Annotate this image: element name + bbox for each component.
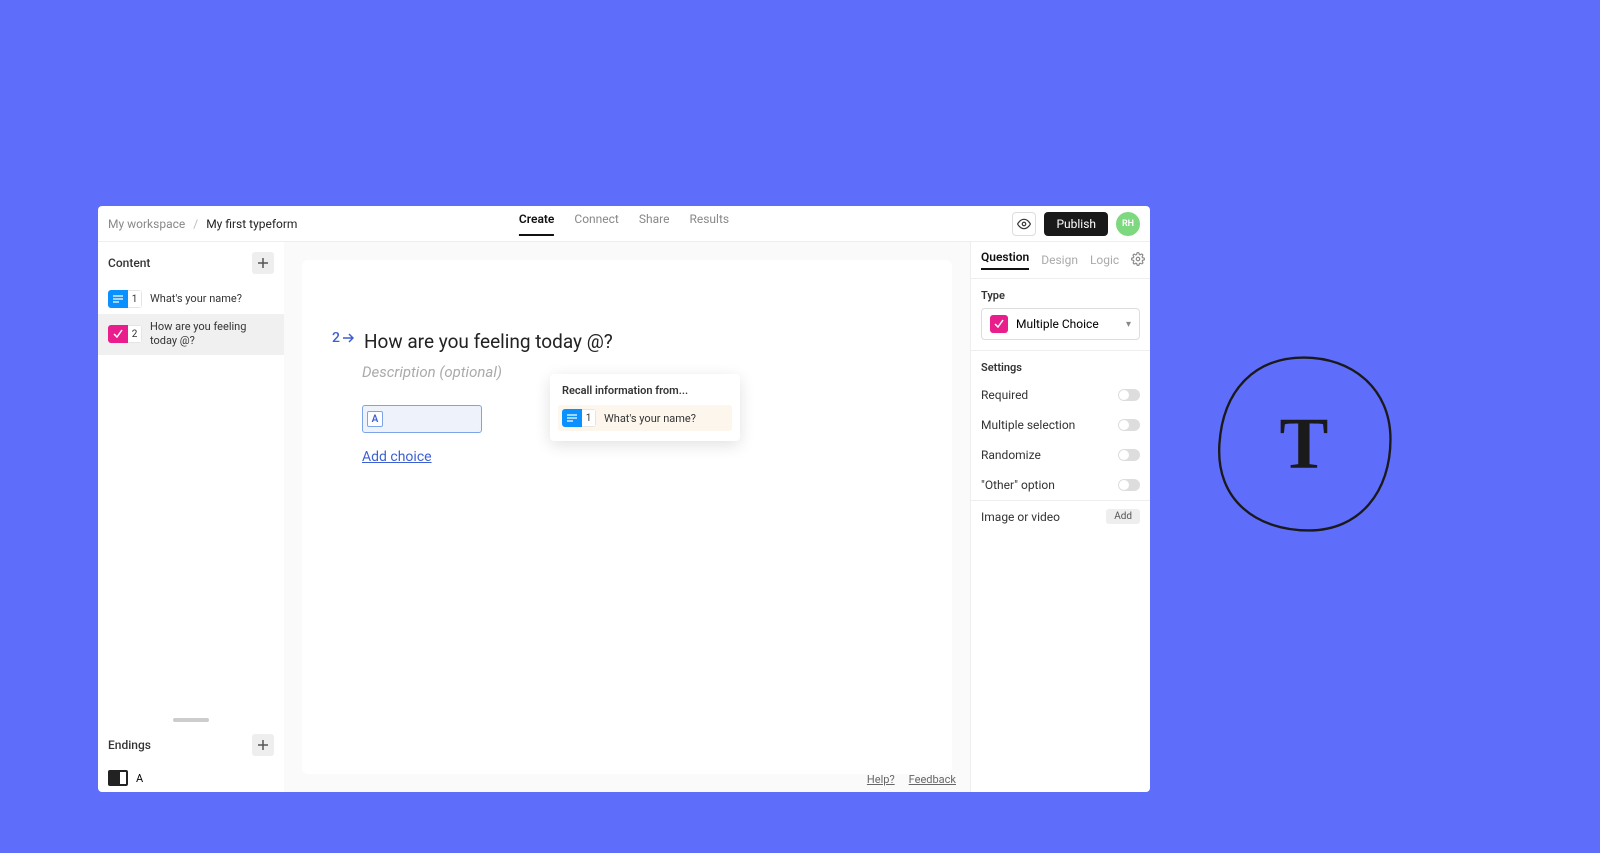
question-text: How are you feeling today @? bbox=[150, 320, 274, 349]
plus-icon bbox=[258, 740, 268, 750]
typeform-logo: T bbox=[1210, 350, 1398, 538]
question-num: 1 bbox=[128, 290, 142, 308]
endings-title: Endings bbox=[108, 738, 151, 752]
content-title: Content bbox=[108, 256, 150, 270]
preview-button[interactable] bbox=[1012, 212, 1036, 236]
plus-icon bbox=[258, 258, 268, 268]
canvas: 2 How are you feeling today @? Descripti… bbox=[284, 242, 970, 792]
recall-badge: 1 bbox=[562, 409, 596, 427]
right-tab-logic[interactable]: Logic bbox=[1090, 253, 1119, 267]
setting-label-other: "Other" option bbox=[981, 478, 1055, 492]
multiple-choice-icon bbox=[990, 315, 1008, 333]
recall-popup: Recall information from... 1 What's your… bbox=[550, 374, 740, 441]
right-tab-question[interactable]: Question bbox=[981, 250, 1029, 270]
add-ending-button[interactable] bbox=[252, 734, 274, 756]
tab-connect[interactable]: Connect bbox=[574, 212, 618, 236]
chevron-down-icon: ▾ bbox=[1126, 319, 1131, 330]
sidebar-left: Content 1 What's your name? bbox=[98, 242, 284, 792]
endings-header: Endings bbox=[98, 726, 284, 764]
top-tabs: Create Connect Share Results bbox=[519, 212, 729, 236]
question-number-value: 2 bbox=[332, 330, 340, 346]
settings-label: Settings bbox=[981, 361, 1140, 374]
publish-button[interactable]: Publish bbox=[1044, 212, 1108, 236]
add-media-button[interactable]: Add bbox=[1106, 509, 1140, 524]
recall-text: What's your name? bbox=[604, 412, 696, 425]
sidebar-question-2[interactable]: 2 How are you feeling today @? bbox=[98, 314, 284, 355]
question-title[interactable]: How are you feeling today @? bbox=[364, 330, 613, 353]
breadcrumb: My workspace / My first typeform bbox=[108, 217, 297, 231]
recall-num: 1 bbox=[582, 409, 596, 427]
footer-links: Help? Feedback bbox=[867, 773, 956, 786]
app-window: My workspace / My first typeform Create … bbox=[98, 206, 1150, 792]
text-icon bbox=[112, 294, 124, 304]
toggle-required[interactable] bbox=[1118, 389, 1140, 401]
ending-icon bbox=[108, 770, 128, 786]
right-tabs: Question Design Logic bbox=[971, 242, 1150, 279]
question-text: What's your name? bbox=[150, 292, 242, 306]
media-label: Image or video bbox=[981, 510, 1060, 524]
setting-required: Required bbox=[971, 380, 1150, 410]
type-label: Type bbox=[981, 289, 1140, 302]
breadcrumb-separator: / bbox=[193, 217, 198, 231]
setting-randomize: Randomize bbox=[971, 440, 1150, 470]
eye-icon bbox=[1017, 217, 1031, 231]
arrow-right-icon bbox=[342, 333, 354, 343]
question-card: 2 How are you feeling today @? Descripti… bbox=[302, 260, 952, 774]
setting-multiple: Multiple selection bbox=[971, 410, 1150, 440]
setting-other: "Other" option bbox=[971, 470, 1150, 500]
type-value: Multiple Choice bbox=[1016, 317, 1099, 331]
avatar[interactable]: RH bbox=[1116, 212, 1140, 236]
question-badge: 2 bbox=[108, 325, 142, 343]
gear-icon bbox=[1131, 252, 1145, 266]
tab-results[interactable]: Results bbox=[689, 212, 729, 236]
question-badge: 1 bbox=[108, 290, 142, 308]
ending-label: A bbox=[136, 772, 143, 785]
add-choice-link[interactable]: Add choice bbox=[362, 449, 922, 465]
recall-item[interactable]: 1 What's your name? bbox=[558, 405, 732, 431]
main-row: Content 1 What's your name? bbox=[98, 242, 1150, 792]
choice-letter: A bbox=[367, 411, 383, 427]
tab-create[interactable]: Create bbox=[519, 212, 554, 236]
help-link[interactable]: Help? bbox=[867, 773, 895, 786]
setting-label-randomize: Randomize bbox=[981, 448, 1041, 462]
toggle-multiple[interactable] bbox=[1118, 419, 1140, 431]
text-icon bbox=[566, 413, 578, 423]
logo-letter: T bbox=[1280, 403, 1329, 484]
settings-gear-button[interactable] bbox=[1131, 252, 1145, 269]
breadcrumb-workspace[interactable]: My workspace bbox=[108, 217, 185, 231]
toggle-randomize[interactable] bbox=[1118, 449, 1140, 461]
add-content-button[interactable] bbox=[252, 252, 274, 274]
feedback-link[interactable]: Feedback bbox=[909, 773, 956, 786]
tab-share[interactable]: Share bbox=[639, 212, 670, 236]
right-tab-design[interactable]: Design bbox=[1041, 253, 1078, 267]
drag-handle[interactable] bbox=[173, 718, 209, 722]
toggle-other[interactable] bbox=[1118, 479, 1140, 491]
sidebar-question-1[interactable]: 1 What's your name? bbox=[98, 284, 284, 314]
check-icon bbox=[994, 319, 1004, 329]
recall-popup-title: Recall information from... bbox=[558, 384, 732, 397]
question-number: 2 bbox=[332, 330, 354, 346]
content-header: Content bbox=[98, 242, 284, 284]
question-num: 2 bbox=[128, 325, 142, 343]
type-select[interactable]: Multiple Choice ▾ bbox=[981, 308, 1140, 340]
ending-item[interactable]: A bbox=[98, 764, 284, 792]
setting-label-required: Required bbox=[981, 388, 1028, 402]
question-list: 1 What's your name? 2 How are you feelin… bbox=[98, 284, 284, 355]
topbar-right: Publish RH bbox=[1012, 212, 1140, 236]
topbar: My workspace / My first typeform Create … bbox=[98, 206, 1150, 242]
breadcrumb-current[interactable]: My first typeform bbox=[206, 217, 297, 231]
setting-media: Image or video Add bbox=[971, 501, 1150, 532]
choice-input-a[interactable]: A bbox=[362, 405, 482, 433]
check-icon bbox=[113, 329, 123, 339]
sidebar-right: Question Design Logic Type Multiple Choi… bbox=[970, 242, 1150, 792]
setting-label-multiple: Multiple selection bbox=[981, 418, 1075, 432]
